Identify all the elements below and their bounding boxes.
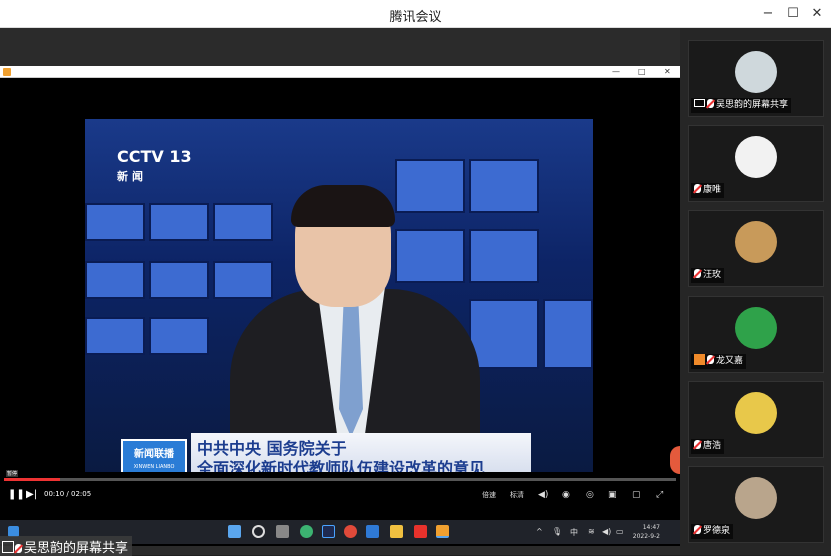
participant-label: 吴思韵的屏幕共享 [691,98,792,113]
monitor-wall [543,299,593,369]
chrome-icon[interactable] [344,525,357,538]
avatar [735,51,777,93]
participant-tile[interactable]: 罗德泉 [688,466,824,543]
avatar [735,221,777,263]
monitor-wall [469,159,539,213]
mic-muted-icon [15,544,22,553]
avatar [735,136,777,178]
headline-box: 中共中央 国务院关于 全面深化新时代教师队伍建设改革的意见 [191,433,531,478]
pip-icon[interactable]: ▣ [608,490,617,500]
shared-close-button[interactable]: ✕ [664,66,671,78]
playback-time: 00:10 / 02:05 [44,490,92,498]
shared-window-titlebar: — □ ✕ [0,66,680,78]
participant-tile[interactable]: 汪玫 [688,210,824,287]
progress-fill [4,478,60,481]
next-icon[interactable]: ▶| [26,489,37,500]
video-player-controls: 暂停 ❚❚ ▶| 00:10 / 02:05 倍速 标清 ◀) ◉ ◎ ▣ ▢ … [0,470,680,510]
wechat-icon[interactable] [300,525,313,538]
participants-sidebar: 吴思韵的屏幕共享 康唯 汪玫 龙又嘉 唐浩 罗德泉 [680,28,831,555]
pause-icon[interactable]: ❚❚ [8,489,25,500]
photoshop-icon[interactable] [322,525,335,538]
monitor-wall [85,261,145,299]
minimize-button[interactable]: − [757,4,779,24]
mic-muted-icon [694,184,701,193]
mic-muted-icon [694,440,701,449]
mic-muted-icon [694,525,701,534]
screenshot-icon[interactable]: ◉ [562,490,570,500]
monitor-wall [213,203,273,241]
monitor-wall [395,229,465,283]
participant-label: 康唯 [691,183,725,198]
shared-maximize-button[interactable]: □ [638,66,646,78]
broadcast-video[interactable]: CCTV 13 新闻 新闻联播 XINWEN LIANBO 中共中央 国务院关于… [85,119,593,481]
photos-icon[interactable] [366,525,379,538]
monitor-wall [469,229,539,283]
volume-icon[interactable]: ◀) [538,490,548,500]
anchor-hair [291,185,395,227]
speaker-icon[interactable]: ◀) [602,527,611,536]
player-app-icon [3,68,11,76]
monitor-wall [85,317,145,355]
task-view-icon[interactable] [276,525,289,538]
monitor-wall [149,317,209,355]
taskbar-clock[interactable]: 14:47 2022-9-2 [633,523,660,541]
fullscreen-icon[interactable]: ⤢ [656,490,663,500]
avatar [735,392,777,434]
avatar [735,477,777,519]
participant-label: 龙又嘉 [691,354,747,369]
shared-minimize-button[interactable]: — [612,66,620,78]
screen-share-icon [694,99,705,107]
battery-icon[interactable]: ▭ [616,527,624,536]
participant-tile[interactable]: 龙又嘉 [688,296,824,373]
mic-tray-icon[interactable]: 🎙 [552,527,562,536]
participant-label: 唐浩 [691,439,725,454]
monitor-wall [85,203,145,241]
mic-muted-icon [707,355,714,364]
monitor-wall [395,159,465,213]
monitor-wall [469,299,539,369]
wps-icon[interactable] [414,525,427,538]
participant-tile[interactable]: 吴思韵的屏幕共享 [688,40,824,117]
screen-share-indicator: 吴思韵的屏幕共享 [0,536,133,556]
mic-muted-icon [707,99,714,108]
news-lower-third: 新闻联播 XINWEN LIANBO 中共中央 国务院关于 全面深化新时代教师队… [121,429,531,478]
hover-tooltip: 暂停 [6,470,19,477]
avatar [735,307,777,349]
maximize-button[interactable]: ☐ [782,4,804,24]
ime-indicator[interactable]: 中 [570,527,578,538]
monitor-wall [213,261,273,299]
close-button[interactable]: ✕ [806,4,828,24]
window-title: 腾讯会议 [389,10,442,25]
search-icon[interactable] [252,525,265,538]
window-icon[interactable]: ▢ [632,490,641,500]
shared-screen-area: — □ ✕ CCTV 13 新闻 新闻联播 XINWEN LIANBO 中共中央… [0,28,680,556]
tray-up-arrow[interactable]: ^ [536,527,543,536]
participant-label: 罗德泉 [691,524,734,539]
shared-screen-frame: — □ ✕ CCTV 13 新闻 新闻联播 XINWEN LIANBO 中共中央… [0,66,680,546]
floating-edge-handle[interactable] [670,446,680,474]
host-icon [694,354,705,365]
wifi-icon[interactable]: ≋ [588,527,595,536]
participant-tile[interactable]: 康唯 [688,125,824,202]
monitor-wall [149,203,209,241]
screen-share-icon [2,541,14,553]
player-taskbar-icon[interactable] [436,525,449,538]
mic-muted-icon [694,269,701,278]
app-titlebar: 腾讯会议 − ☐ ✕ [0,0,831,28]
monitor-wall [149,261,209,299]
progress-bar[interactable] [4,478,676,481]
speed-button[interactable]: 倍速 [482,490,496,500]
quality-button[interactable]: 标清 [510,490,524,500]
participant-tile[interactable]: 唐浩 [688,381,824,458]
channel-logo: CCTV 13 新闻 [117,147,192,183]
program-logo: 新闻联播 XINWEN LIANBO [121,439,187,475]
record-icon[interactable]: ◎ [586,490,594,500]
participant-label: 汪玫 [691,268,725,283]
start-icon[interactable] [228,525,241,538]
folder-icon[interactable] [390,525,403,538]
